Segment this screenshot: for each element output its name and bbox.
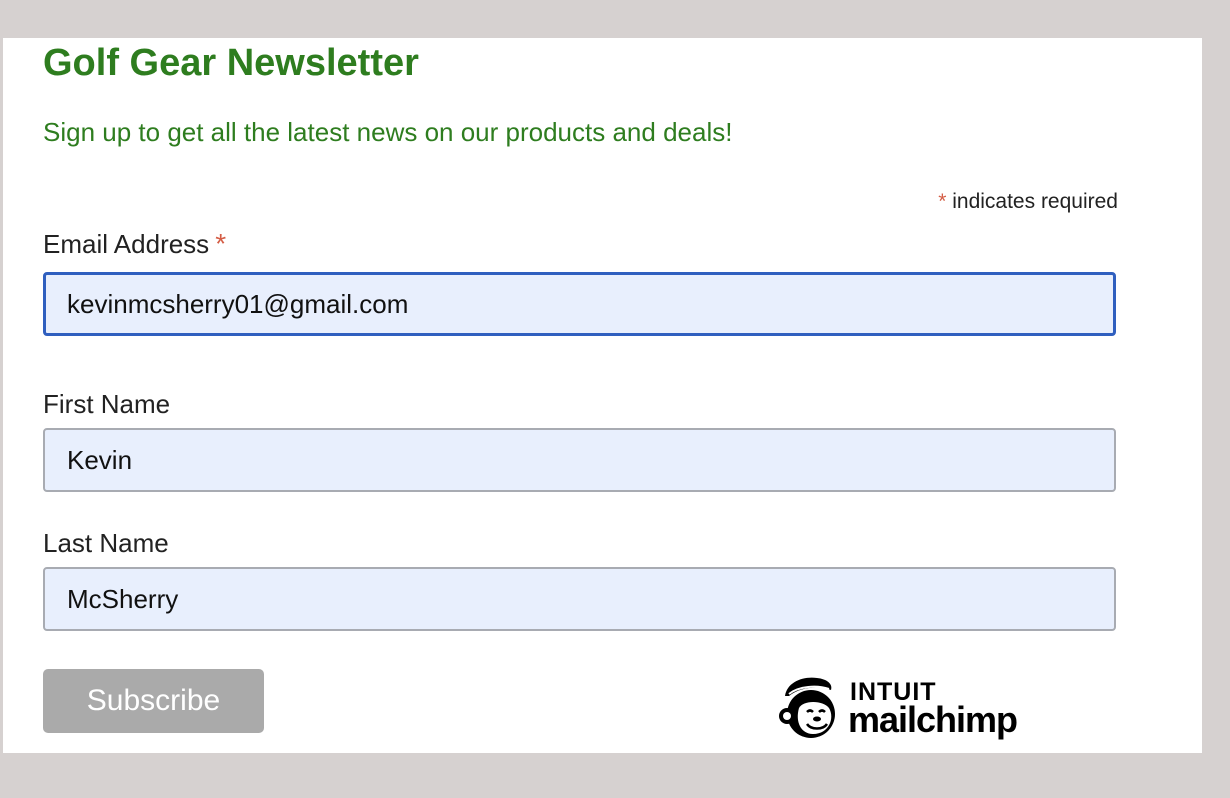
subscribe-button[interactable]: Subscribe bbox=[43, 669, 264, 733]
form-subtitle: Sign up to get all the latest news on ou… bbox=[43, 117, 733, 147]
mailchimp-freddie-icon bbox=[779, 677, 835, 738]
mailchimp-wordmark: mailchimp bbox=[848, 699, 1018, 740]
form-title: Golf Gear Newsletter bbox=[43, 42, 419, 84]
last-name-field[interactable] bbox=[43, 567, 1116, 631]
first-name-field[interactable] bbox=[43, 428, 1116, 492]
required-note: * indicates required bbox=[938, 188, 1118, 216]
signup-form-panel: Golf Gear Newsletter Sign up to get all … bbox=[3, 38, 1202, 753]
required-note-text: indicates required bbox=[946, 190, 1118, 213]
email-required-asterisk: * bbox=[215, 228, 227, 259]
intuit-mailchimp-logo[interactable]: INTUIT mailchimp bbox=[777, 674, 1027, 744]
email-label: Email Address * bbox=[43, 228, 226, 260]
email-field[interactable] bbox=[43, 272, 1116, 336]
first-name-label: First Name bbox=[43, 389, 171, 419]
email-label-text: Email Address bbox=[43, 229, 210, 259]
last-name-label: Last Name bbox=[43, 528, 169, 558]
